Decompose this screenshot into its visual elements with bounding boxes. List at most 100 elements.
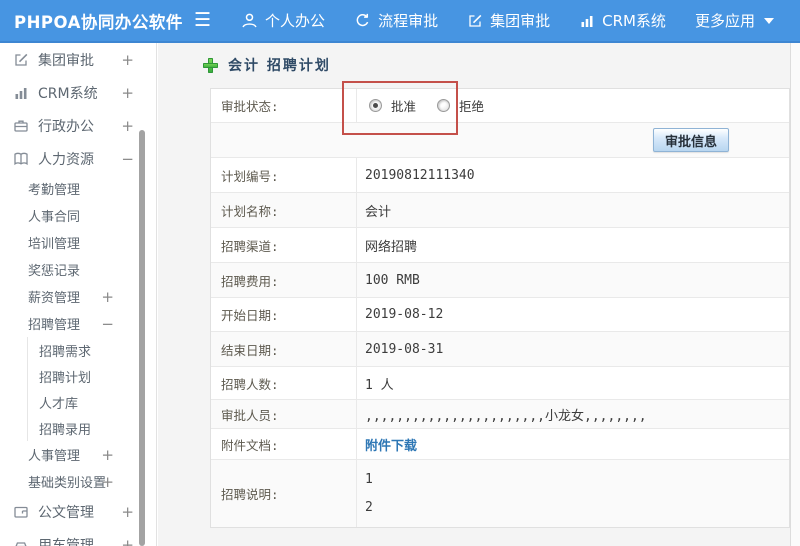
sidebar-item-用车管理[interactable]: 用车管理 +	[0, 528, 156, 546]
vertical-scrollbar[interactable]	[790, 43, 800, 546]
sidebar-item-公文管理[interactable]: 公文管理 +	[0, 495, 156, 528]
row-value: 20190812111340	[365, 167, 475, 183]
table-row: 审批人员: ,,,,,,,,,,,,,,,,,,,,,,,小龙女,,,,,,,,	[211, 400, 789, 429]
sidebar-item-label: 培训管理	[28, 237, 81, 252]
expand-plus-icon[interactable]: +	[101, 473, 114, 491]
sidebar-item-CRM系统[interactable]: CRM系统 +	[0, 76, 156, 109]
sidebar-item-label: 招聘录用	[39, 422, 92, 438]
approval-status-radio-group: 批准 拒绝	[365, 96, 496, 115]
caret-down-icon	[763, 17, 774, 24]
sidebar-item-招聘需求[interactable]: 招聘需求	[27, 337, 156, 363]
top-navigation: 个人办公 流程审批 集团审批 CRM系统 更多应用	[241, 10, 800, 31]
row-value: 审批信息	[211, 123, 789, 157]
edit-icon	[13, 52, 29, 68]
doc-icon	[13, 504, 29, 520]
row-label: 附件文档:	[211, 429, 357, 459]
sidebar-item-人事合同[interactable]: 人事合同	[0, 202, 156, 229]
nav-item-label: 流程审批	[378, 12, 439, 30]
nav-item-3[interactable]: 集团审批	[467, 10, 550, 31]
sidebar-scrollbar-thumb[interactable]	[139, 130, 145, 546]
row-value: ,,,,,,,,,,,,,,,,,,,,,,,小龙女,,,,,,,,	[365, 408, 647, 424]
sidebar: 集团审批 + CRM系统 + 行政办公 + 人力资源 − 考勤管理人事合同培训管理奖惩记录薪资管…	[0, 43, 157, 546]
chart-icon	[579, 13, 595, 29]
row-value: 附件下载	[357, 429, 789, 459]
sidebar-item-label: 人事管理	[28, 449, 81, 464]
row-label: 结束日期:	[211, 332, 357, 366]
nav-item-4[interactable]: CRM系统	[579, 10, 666, 31]
nav-item-label: 集团审批	[490, 12, 551, 30]
row-value: 批准 拒绝	[357, 89, 789, 122]
sidebar-item-招聘计划[interactable]: 招聘计划	[27, 363, 156, 389]
row-value: 100 RMB	[365, 272, 420, 288]
sidebar-item-label: 公文管理	[38, 504, 94, 521]
sidebar-item-考勤管理[interactable]: 考勤管理	[0, 175, 156, 202]
radio-批准[interactable]	[369, 99, 382, 112]
sidebar-item-label: 人力资源	[38, 151, 94, 168]
sidebar-item-集团审批[interactable]: 集团审批 +	[0, 43, 156, 76]
sidebar-item-招聘管理[interactable]: 招聘管理 −	[0, 310, 156, 337]
sidebar-item-奖惩记录[interactable]: 奖惩记录	[0, 256, 156, 283]
edit-icon	[467, 13, 483, 29]
book-icon	[13, 151, 29, 167]
nav-item-1[interactable]: 个人办公	[241, 10, 325, 31]
sidebar-item-label: 人事合同	[28, 210, 81, 225]
nav-item-2[interactable]: 流程审批	[354, 10, 438, 31]
row-label: 招聘费用:	[211, 263, 357, 297]
topbar: PHPOA协同办公软件 ☰ 个人办公 流程审批 集团审批 CRM系统 更多应用	[0, 0, 800, 43]
hamburger-menu-icon[interactable]: ☰	[194, 11, 211, 30]
sidebar-item-行政办公[interactable]: 行政办公 +	[0, 109, 156, 142]
row-label: 计划编号:	[211, 158, 357, 192]
collapse-minus-icon[interactable]: −	[121, 150, 134, 168]
page-title: 会计 招聘计划	[203, 55, 331, 75]
sidebar-item-人事管理[interactable]: 人事管理 +	[0, 441, 156, 468]
expand-plus-icon[interactable]: +	[121, 84, 134, 102]
row-value: 网络招聘	[365, 239, 418, 255]
user-icon	[241, 12, 258, 29]
table-row: 招聘费用: 100 RMB	[211, 263, 789, 298]
expand-plus-icon[interactable]: +	[121, 503, 134, 521]
sidebar-item-薪资管理[interactable]: 薪资管理 +	[0, 283, 156, 310]
radio-label: 拒绝	[459, 99, 485, 114]
page-title-text: 会计 招聘计划	[228, 58, 331, 74]
row-value: 会计	[365, 204, 392, 220]
row-value: 2019-08-12	[365, 307, 444, 322]
approval-info-button[interactable]: 审批信息	[652, 128, 729, 152]
sidebar-item-label: 奖惩记录	[28, 264, 81, 279]
collapse-minus-icon[interactable]: −	[101, 315, 114, 333]
row-label: 审批人员:	[211, 400, 357, 428]
sidebar-item-基础类别设置[interactable]: 基础类别设置 +	[0, 468, 156, 495]
chart-icon	[13, 85, 29, 101]
main-content: 会计 招聘计划 审批状态: 批准 拒绝 审批信息 计划编号: 20190812111340…	[158, 43, 790, 546]
sidebar-item-label: 招聘管理	[28, 318, 81, 333]
nav-item-5[interactable]: 更多应用	[695, 10, 774, 31]
radio-label: 批准	[391, 99, 417, 114]
table-row: 计划名称: 会计	[211, 193, 789, 228]
nav-item-label: 更多应用	[694, 12, 755, 30]
car-icon	[13, 537, 29, 546]
sidebar-item-label: 考勤管理	[28, 183, 81, 198]
sidebar-item-label: 用车管理	[38, 537, 94, 546]
expand-plus-icon[interactable]: +	[121, 117, 134, 135]
add-plus-icon	[203, 57, 218, 73]
expand-plus-icon[interactable]: +	[121, 51, 134, 69]
sidebar-item-人才库[interactable]: 人才库	[27, 389, 156, 415]
expand-plus-icon[interactable]: +	[101, 446, 114, 464]
sidebar-item-招聘录用[interactable]: 招聘录用	[27, 415, 156, 441]
row-value: 12	[357, 460, 789, 527]
table-row: 招聘说明: 1 2	[211, 460, 789, 527]
sidebar-item-人力资源[interactable]: 人力资源 −	[0, 142, 156, 175]
radio-拒绝[interactable]	[437, 99, 451, 112]
attachment-download-link[interactable]: 附件下载	[365, 435, 417, 454]
row-label: 招聘渠道:	[211, 228, 357, 262]
app-logo: PHPOA协同办公软件	[14, 12, 183, 32]
sidebar-item-label: 薪资管理	[28, 291, 81, 306]
form-table: 审批状态: 批准 拒绝 审批信息 计划编号: 20190812111340 计划名称: 会计招…	[210, 88, 790, 528]
radio-dot	[373, 103, 378, 108]
table-row: 计划编号: 20190812111340	[211, 158, 789, 193]
briefcase-icon	[13, 118, 29, 134]
expand-plus-icon[interactable]: +	[101, 288, 114, 306]
sidebar-item-培训管理[interactable]: 培训管理	[0, 229, 156, 256]
table-row: 审批信息	[211, 123, 789, 158]
table-row: 开始日期: 2019-08-12	[211, 298, 789, 332]
expand-plus-icon[interactable]: +	[121, 536, 134, 546]
